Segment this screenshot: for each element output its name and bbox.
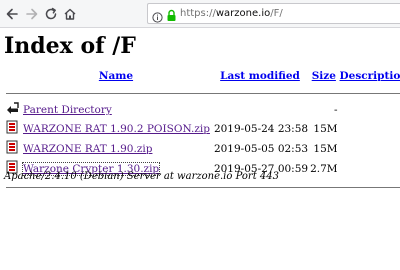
file-date-cell: 2019-05-05 02:53: [213, 143, 309, 155]
info-icon[interactable]: [152, 8, 163, 27]
file-description-cell: [340, 140, 400, 158]
divider-row: [6, 86, 400, 100]
home-icon: [64, 8, 76, 20]
parent-description-cell: [340, 102, 400, 118]
lock-icon[interactable]: [166, 7, 177, 26]
divider: [6, 186, 400, 188]
page-title: Index of /F: [4, 33, 136, 59]
sort-by-modified-link[interactable]: Last modified: [220, 70, 300, 82]
back-folder-icon-cell: [6, 102, 20, 118]
url-path: /F/: [270, 8, 283, 19]
sort-by-description-link[interactable]: Description: [340, 70, 400, 82]
divider: [6, 92, 400, 94]
archive-icon-cell: [6, 140, 20, 158]
parent-directory-link[interactable]: Parent Directory: [23, 104, 112, 116]
arrow-left-icon: [6, 8, 18, 20]
forward-button[interactable]: [23, 5, 41, 23]
modified-header: Last modified: [212, 68, 308, 84]
home-button[interactable]: [61, 5, 79, 23]
header-row: Name Last modified Size Description: [6, 68, 400, 84]
archive-icon: [6, 140, 18, 154]
arrow-right-icon: [26, 8, 38, 20]
address-bar[interactable]: https://warzone.io/F/: [147, 3, 400, 24]
url-text[interactable]: https://warzone.io/F/: [180, 7, 283, 21]
file-link[interactable]: WARZONE RAT 1.90.zip: [23, 143, 152, 155]
reload-button[interactable]: [42, 5, 60, 23]
archive-icon: [6, 120, 18, 134]
back-button[interactable]: [3, 5, 21, 23]
file-date-cell: 2019-05-24 23:58: [213, 123, 309, 135]
file-size-cell: 15M: [313, 143, 338, 155]
sort-by-size-link[interactable]: Size: [312, 70, 336, 82]
url-prefix: https://: [180, 8, 216, 19]
archive-icon-cell: [6, 120, 20, 138]
parent-date-cell: [212, 102, 308, 118]
reload-icon: [45, 7, 57, 20]
icon-header: [6, 68, 20, 84]
parent-size-cell: -: [333, 104, 338, 116]
description-header: Description: [340, 68, 400, 84]
parent-row: Parent Directory -: [6, 102, 400, 118]
file-size-cell: 2.7M: [310, 163, 338, 175]
size-header: Size: [310, 68, 337, 84]
file-name-cell: WARZONE RAT 1.90.zip: [22, 140, 210, 158]
file-link[interactable]: WARZONE RAT 1.90.2 POISON.zip: [23, 123, 210, 135]
url-host: warzone.io: [215, 8, 271, 19]
server-signature: Apache/2.4.10 (Debian) Server at warzone…: [4, 171, 279, 182]
file-description-cell: [340, 120, 400, 138]
sort-by-name-link[interactable]: Name: [99, 70, 133, 82]
file-description-cell: [340, 160, 400, 178]
table-row: WARZONE RAT 1.90.zip 2019-05-05 02:53 15…: [6, 140, 400, 158]
parent-directory-cell: Parent Directory: [22, 102, 210, 118]
name-header: Name: [22, 68, 210, 84]
browser-toolbar: https://warzone.io/F/: [0, 0, 400, 28]
divider-row: [6, 180, 400, 194]
file-name-cell: WARZONE RAT 1.90.2 POISON.zip: [22, 120, 210, 138]
table-row: WARZONE RAT 1.90.2 POISON.zip 2019-05-24…: [6, 120, 400, 138]
back-folder-icon: [7, 102, 19, 114]
file-size-cell: 15M: [313, 123, 338, 135]
